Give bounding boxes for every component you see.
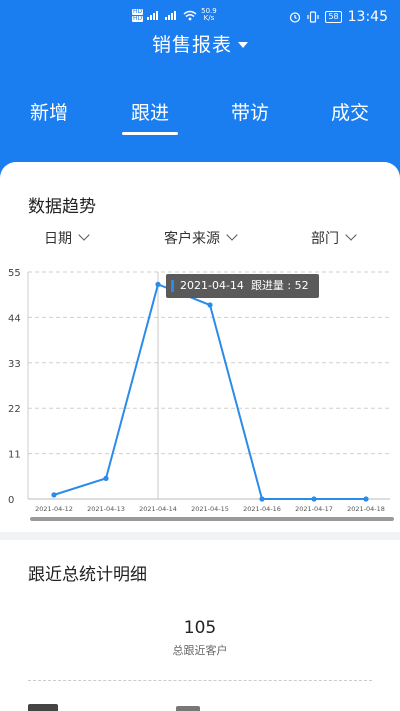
x-tick-label: 2021-04-17: [295, 505, 333, 513]
signal-icon: HD HD: [132, 7, 144, 22]
status-right: 58 13:45: [289, 9, 388, 25]
signal-bars-icon: [165, 11, 177, 20]
tab-bar: 新增 跟进 带访 成交: [0, 98, 400, 138]
chevron-down-icon: [345, 229, 357, 241]
chevron-down-icon: [78, 229, 90, 241]
table-header-cell: [28, 704, 58, 711]
x-tick-label: 2021-04-13: [87, 505, 125, 513]
tooltip-value: 跟进量 : 52: [250, 279, 309, 292]
x-tick-label: 2021-04-15: [191, 505, 229, 513]
filter-department[interactable]: 部门: [311, 228, 357, 248]
filter-date[interactable]: 日期: [44, 228, 90, 248]
series-line: [53, 283, 366, 500]
data-point: [103, 475, 109, 481]
vibrate-icon: [307, 11, 320, 23]
line-chart[interactable]: 0 11 22 33 44 55 2021-04-12 2021-04-13 2021-04-1…: [0, 262, 400, 527]
x-tick-label: 2021-04-12: [35, 505, 73, 513]
y-tick-label: 33: [8, 359, 21, 370]
total-value: 105: [183, 618, 217, 638]
filter-bar: 日期 客户来源 部门: [0, 228, 400, 252]
detail-card: 跟近总统计明细 105 总跟近客户: [0, 540, 400, 711]
status-left: HD HD 50.9 K/s: [132, 8, 217, 22]
y-tick-label: 55: [8, 268, 21, 279]
data-point: [155, 281, 161, 287]
hd-badge: HD: [132, 14, 144, 22]
x-tick-label: 2021-04-14: [139, 505, 177, 513]
wifi-icon: [183, 10, 197, 20]
y-tick-label: 44: [8, 313, 21, 324]
data-point: [207, 302, 213, 308]
trend-title: 数据趋势: [28, 197, 96, 217]
tab-visit[interactable]: 带访: [220, 98, 280, 125]
filter-source[interactable]: 客户来源: [164, 228, 238, 248]
status-bar: HD HD 50.9 K/s 58 13:45: [0, 0, 400, 32]
signal-bars-icon: [147, 11, 159, 20]
clock: 13:45: [347, 9, 388, 25]
y-tick-label: 22: [8, 404, 21, 415]
caret-down-icon: [238, 41, 248, 48]
net-speed-unit: K/s: [203, 14, 215, 22]
tab-follow-up[interactable]: 跟进: [120, 98, 180, 135]
x-tick-label: 2021-04-18: [347, 505, 385, 513]
chevron-down-icon: [226, 229, 238, 241]
tab-new[interactable]: 新增: [19, 98, 79, 125]
net-speed: 50.9 K/s: [201, 8, 217, 22]
hd-badge: HD: [132, 7, 144, 15]
y-tick-label: 0: [8, 495, 14, 506]
y-tick-label: 11: [8, 450, 21, 461]
chart-tooltip: 2021-04-14 跟进量 : 52: [166, 274, 319, 298]
x-tick-label: 2021-04-16: [243, 505, 281, 513]
filter-label: 客户来源: [164, 231, 220, 247]
data-point: [259, 496, 265, 502]
table-header-cell: [176, 706, 200, 711]
alarm-icon: [290, 12, 301, 23]
data-point: [363, 496, 369, 502]
total-label: 总跟近客户: [172, 644, 228, 657]
data-point: [311, 496, 317, 502]
battery-icon: 58: [325, 11, 342, 23]
detail-title: 跟近总统计明细: [28, 565, 147, 585]
chart-container[interactable]: 0 11 22 33 44 55 2021-04-12 2021-04-13 2021-04-1…: [0, 262, 400, 527]
data-point: [51, 492, 57, 498]
filter-label: 日期: [44, 231, 72, 247]
page-title: 销售报表: [151, 34, 232, 56]
filter-label: 部门: [311, 231, 339, 247]
tab-deal[interactable]: 成交: [320, 98, 380, 125]
chart-scrollbar[interactable]: [30, 517, 394, 521]
divider: [28, 680, 372, 681]
tooltip-date: 2021-04-14: [180, 279, 244, 292]
title-dropdown[interactable]: 销售报表: [0, 30, 400, 57]
